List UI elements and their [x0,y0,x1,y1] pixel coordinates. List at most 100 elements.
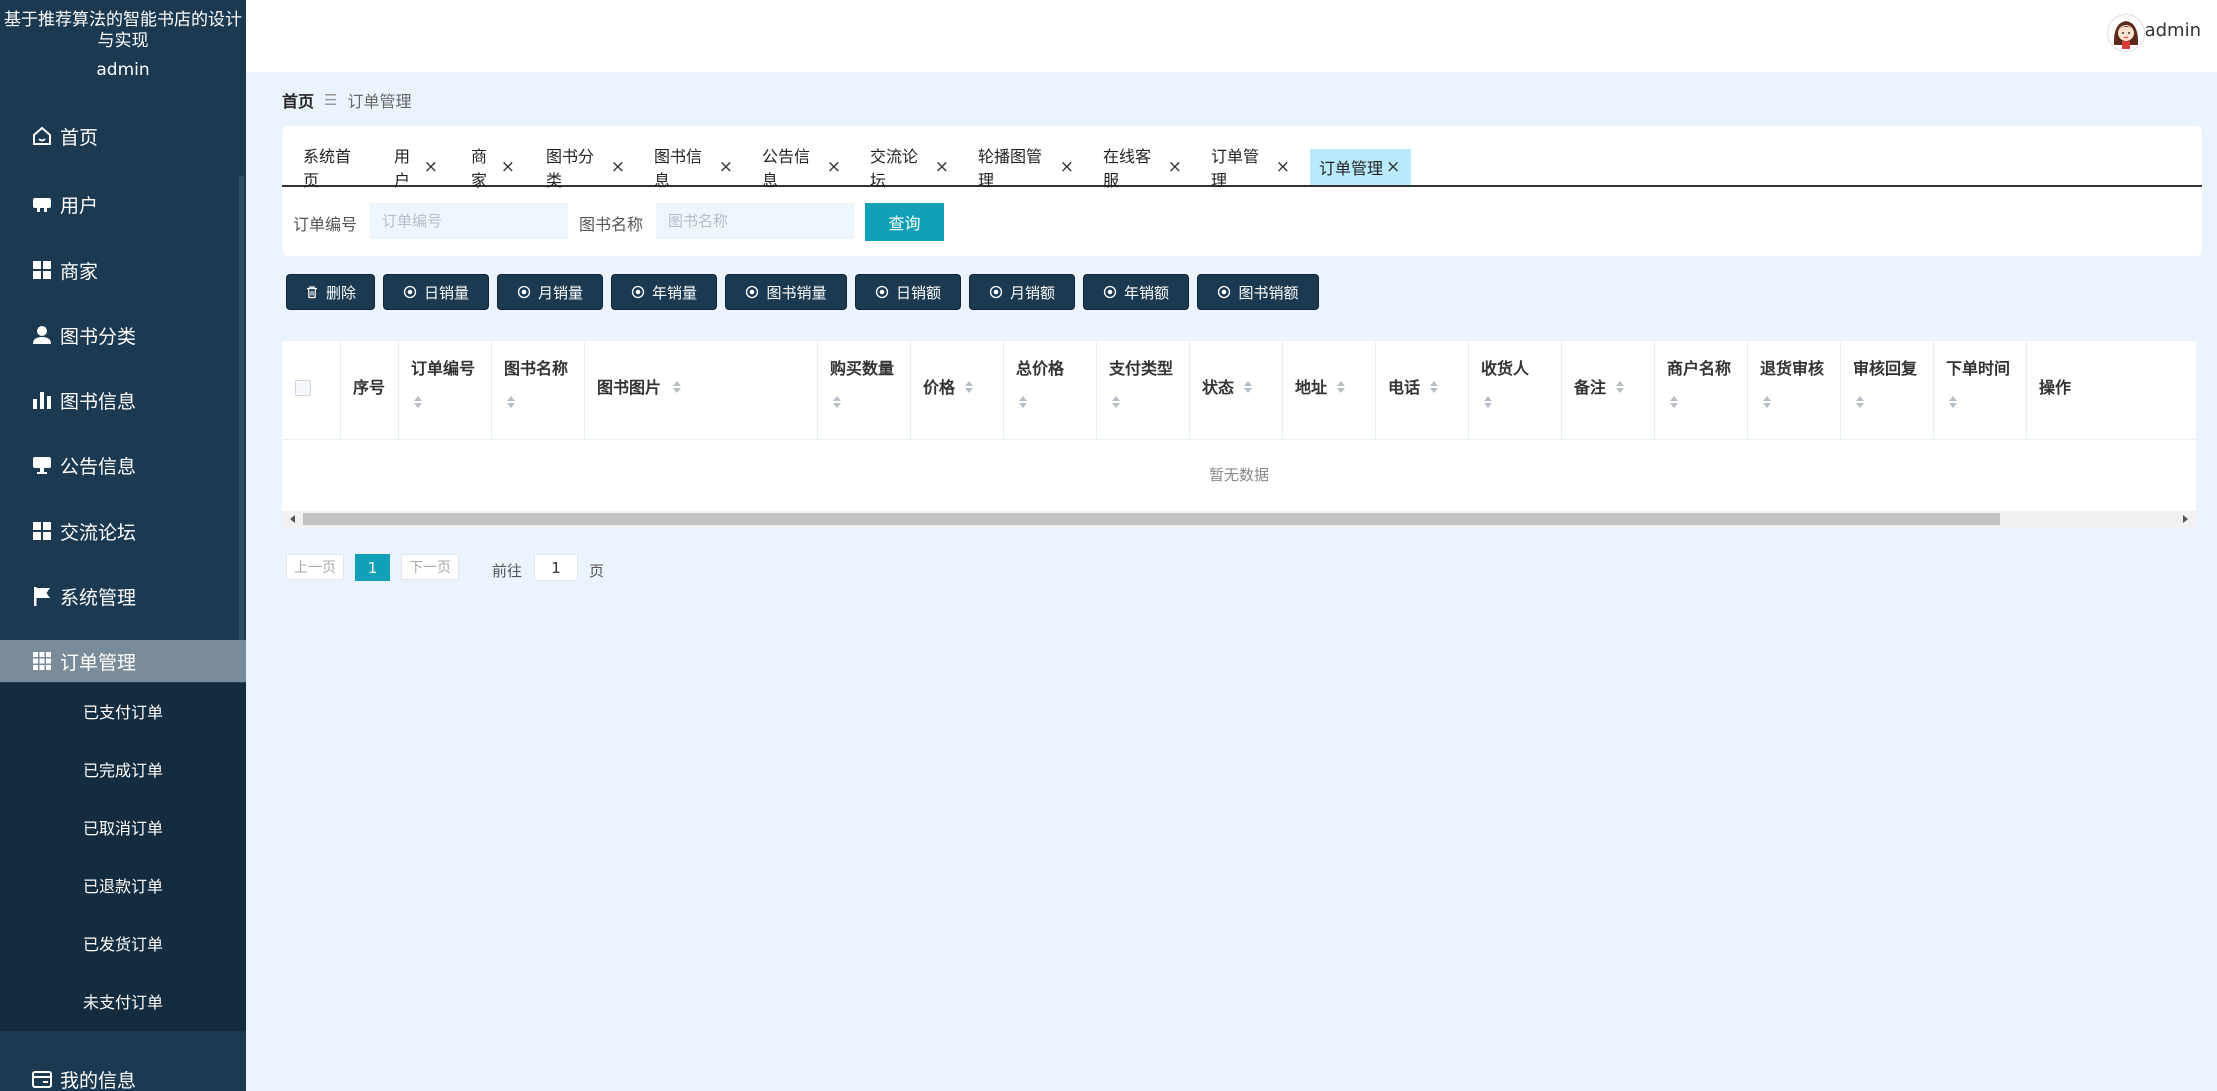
submenu-item-paid[interactable]: 已支付订单 [0,691,246,731]
column-header-return-review[interactable]: 退货审核 [1748,341,1841,439]
sort-icon[interactable] [413,396,423,410]
sort-icon[interactable] [1336,381,1346,395]
submenu-item-unpaid[interactable]: 未支付订单 [0,981,246,1021]
column-header-book-name[interactable]: 图书名称 [492,341,585,439]
sidebar-item-book-info[interactable]: 图书信息 [0,379,246,421]
column-header-remark[interactable]: 备注 [1562,341,1655,439]
scrollbar-thumb[interactable] [303,513,2000,525]
column-header-phone[interactable]: 电话 [1376,341,1469,439]
sort-icon[interactable] [1243,381,1253,395]
column-header-order-no[interactable]: 订单编号 [399,341,492,439]
sidebar-item-orders[interactable]: 订单管理 [0,640,246,682]
column-header-order-time[interactable]: 下单时间 [1934,341,2027,439]
daily-sales-volume-button[interactable]: 日销量 [383,274,489,310]
close-icon[interactable]: × [1386,157,1400,177]
goto-label: 前往 [492,562,523,580]
tab-users[interactable]: 用户 × [385,147,447,190]
close-icon[interactable]: × [719,157,733,177]
book-name-label: 图书名称 [579,215,644,234]
column-header-book-image[interactable]: 图书图片 [585,341,818,439]
close-icon[interactable]: × [1168,157,1182,177]
tab-book-info[interactable]: 图书信息 × [645,147,742,190]
submenu-item-cancelled[interactable]: 已取消订单 [0,807,246,847]
monthly-sales-amount-button[interactable]: 月销额 [969,274,1075,310]
sort-icon[interactable] [1111,396,1121,410]
tab-online-service[interactable]: 在线客服 × [1094,147,1191,190]
sort-icon[interactable] [1483,396,1493,410]
daily-sales-amount-button[interactable]: 日销额 [855,274,961,310]
close-icon[interactable]: × [611,157,625,177]
sort-icon[interactable] [1429,381,1439,395]
sidebar-item-home[interactable]: 首页 [0,115,246,157]
book-name-input[interactable] [656,203,854,239]
book-sales-amount-button[interactable]: 图书销额 [1197,274,1319,310]
column-header-receiver[interactable]: 收货人 [1469,341,1562,439]
sort-icon[interactable] [1669,396,1679,410]
sidebar-item-book-category[interactable]: 图书分类 [0,314,246,356]
order-no-input[interactable] [370,203,568,239]
sort-icon[interactable] [832,396,842,410]
breadcrumb-home[interactable]: 首页 [282,88,314,112]
tab-carousel[interactable]: 轮播图管理 × [969,147,1083,190]
header-username[interactable]: admin [2145,20,2201,41]
close-icon[interactable]: × [935,157,949,177]
close-icon[interactable]: × [501,157,515,177]
sidebar-item-announcements[interactable]: 公告信息 [0,444,246,486]
monthly-sales-volume-label: 月销量 [537,283,583,302]
avatar[interactable] [2107,14,2145,52]
column-header-review-reply[interactable]: 审核回复 [1841,341,1934,439]
tab-orders[interactable]: 订单管理 × [1202,147,1299,190]
tab-book-category[interactable]: 图书分类 × [537,147,634,190]
book-sales-volume-button[interactable]: 图书销量 [725,274,847,310]
next-page-button[interactable]: 下一页 [401,554,459,580]
submenu-item-shipped[interactable]: 已发货订单 [0,923,246,963]
sidebar-item-my-info[interactable]: 我的信息 [0,1058,246,1091]
column-header-total-price[interactable]: 总价格 [1004,341,1097,439]
radio-icon [989,285,1003,299]
tab-merchants[interactable]: 商家 × [462,147,524,190]
header-divider [282,439,2196,440]
tab-forum[interactable]: 交流论坛 × [861,147,958,190]
sidebar-item-label: 订单管理 [60,651,137,674]
monthly-sales-volume-button[interactable]: 月销量 [497,274,603,310]
tab-orders-active[interactable]: 订单管理 × [1310,149,1411,185]
query-button[interactable]: 查询 [865,203,944,241]
sort-icon[interactable] [1018,396,1028,410]
column-header-quantity[interactable]: 购买数量 [818,341,911,439]
sidebar-item-merchants[interactable]: 商家 [0,249,246,291]
submenu-item-completed[interactable]: 已完成订单 [0,749,246,789]
column-header-price[interactable]: 价格 [911,341,1004,439]
submenu-item-refunded[interactable]: 已退款订单 [0,865,246,905]
column-header-payment-type[interactable]: 支付类型 [1097,341,1190,439]
yearly-sales-volume-button[interactable]: 年销量 [611,274,717,310]
page-number-current[interactable]: 1 [355,554,390,581]
yearly-sales-amount-button[interactable]: 年销额 [1083,274,1189,310]
sidebar-item-users[interactable]: 用户 [0,183,246,225]
delete-button[interactable]: 删除 [286,274,375,310]
close-icon[interactable]: × [1060,157,1074,177]
column-header-merchant-name[interactable]: 商户名称 [1655,341,1748,439]
column-header-status[interactable]: 状态 [1190,341,1283,439]
sort-icon[interactable] [1948,396,1958,410]
scroll-right-icon[interactable] [2183,515,2188,523]
column-header-address[interactable]: 地址 [1283,341,1376,439]
sort-icon[interactable] [1615,381,1625,395]
scroll-left-icon[interactable] [290,515,295,523]
sort-icon[interactable] [964,381,974,395]
user-monitor-icon [31,193,53,215]
sidebar-item-system[interactable]: 系统管理 [0,575,246,617]
close-icon[interactable]: × [424,157,438,177]
tab-announcements[interactable]: 公告信息 × [753,147,850,190]
sort-icon[interactable] [672,381,682,395]
select-all-checkbox[interactable] [295,380,311,396]
goto-page-input[interactable] [534,554,578,581]
tab-system-home[interactable]: 系统首页 [294,147,372,190]
prev-page-button[interactable]: 上一页 [286,554,344,580]
table-horizontal-scrollbar[interactable] [282,511,2196,527]
sort-icon[interactable] [506,396,516,410]
sort-icon[interactable] [1855,396,1865,410]
close-icon[interactable]: × [827,157,841,177]
sidebar-item-forum[interactable]: 交流论坛 [0,510,246,552]
close-icon[interactable]: × [1276,157,1290,177]
sort-icon[interactable] [1762,396,1772,410]
